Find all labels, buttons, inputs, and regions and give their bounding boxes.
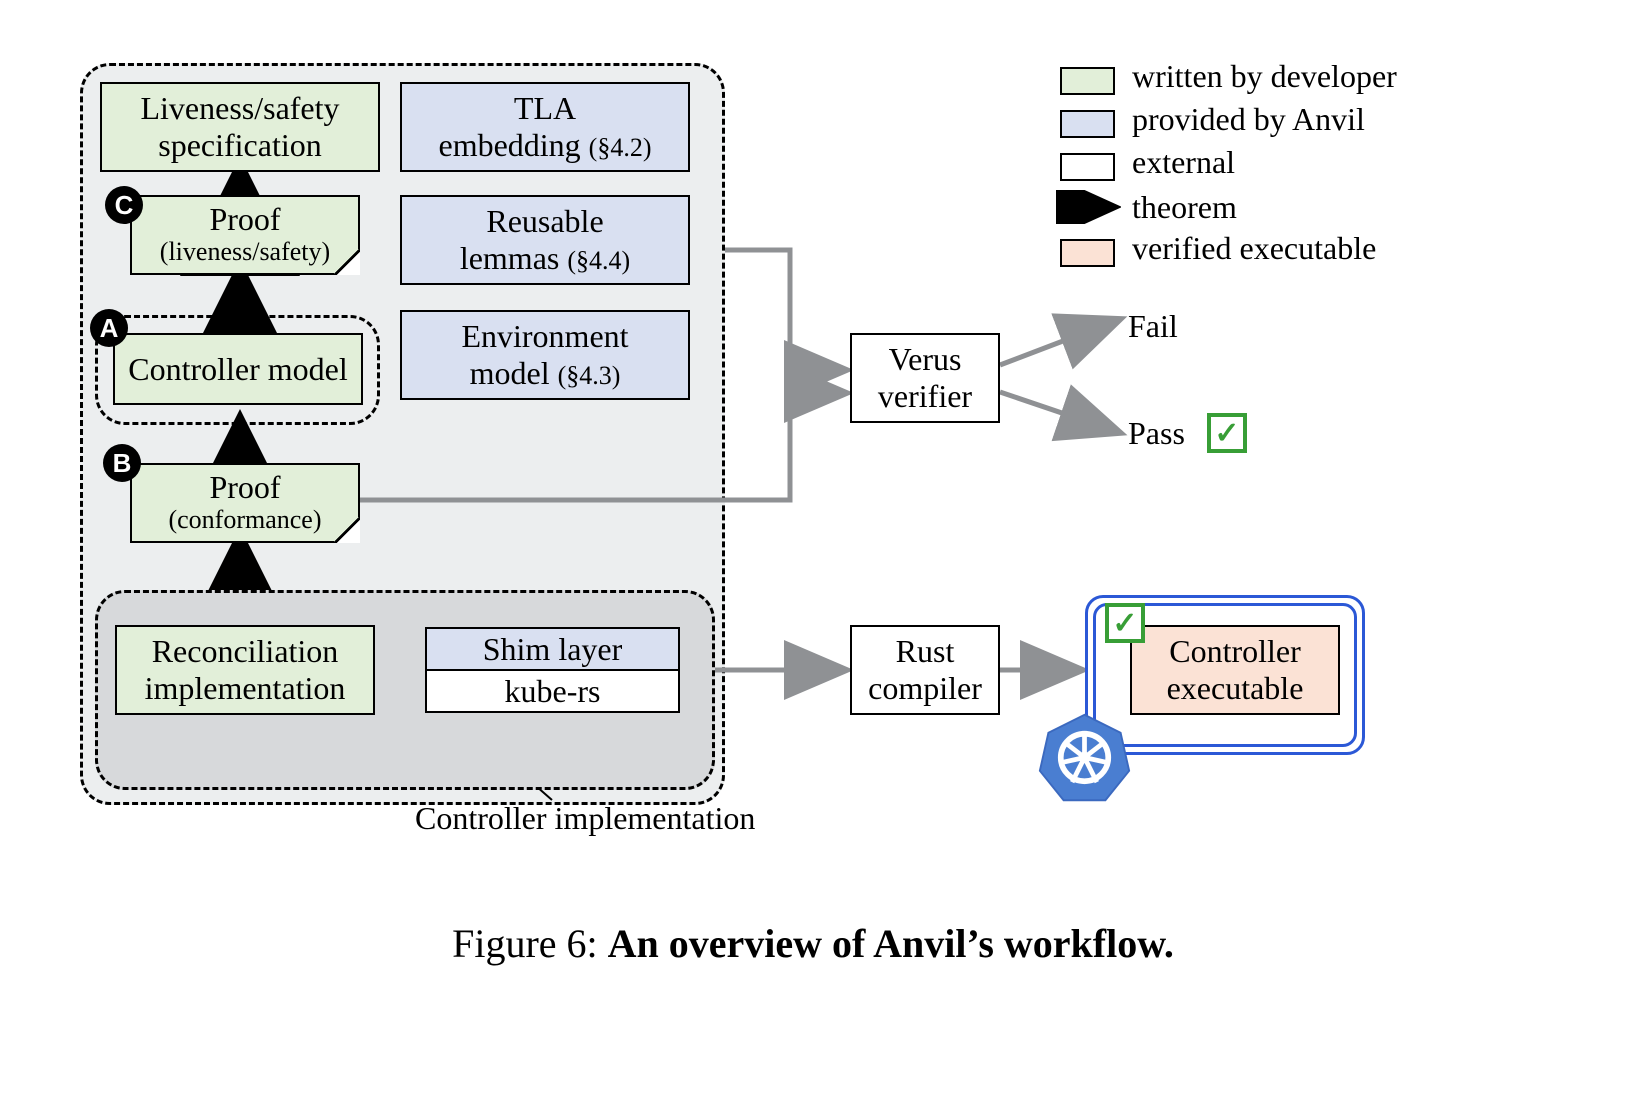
- proof-ls-main: Proof: [132, 201, 358, 238]
- legend-swatch-anvil: [1060, 110, 1115, 138]
- reconcile-l1: Reconciliation: [152, 633, 339, 670]
- proof-liveness-safety: Proof (liveness/safety): [130, 195, 360, 275]
- caption-bold: An overview of Anvil’s workflow.: [608, 921, 1174, 966]
- lemmas-line2: lemmas (§4.4): [460, 240, 630, 277]
- rust-l2: compiler: [868, 670, 982, 707]
- proof-conformance: Proof (conformance): [130, 463, 360, 543]
- lemmas-line1: Reusable: [486, 203, 603, 240]
- pass-checkmark-icon: ✓: [1207, 413, 1247, 453]
- verus-verifier: Verus verifier: [850, 333, 1000, 423]
- rust-compiler: Rust compiler: [850, 625, 1000, 715]
- legend-swatch-verified: [1060, 239, 1115, 267]
- diagram-stage: Liveness/safety specification TLA embedd…: [0, 0, 1626, 1096]
- proof-ls-sub: (liveness/safety): [132, 237, 358, 267]
- liveness-safety-spec: Liveness/safety specification: [100, 82, 380, 172]
- legend-text-developer: written by developer: [1132, 58, 1397, 95]
- rust-l1: Rust: [896, 633, 955, 670]
- legend-text-external: external: [1132, 144, 1235, 181]
- executable-checkmark-icon: ✓: [1105, 603, 1145, 643]
- kube-rs: kube-rs: [425, 669, 680, 713]
- fail-label: Fail: [1128, 308, 1178, 345]
- figure-caption: Figure 6: An overview of Anvil’s workflo…: [0, 920, 1626, 967]
- exec-l2: executable: [1167, 670, 1304, 707]
- kubers-text: kube-rs: [505, 673, 601, 710]
- reconciliation-implementation: Reconciliation implementation: [115, 625, 375, 715]
- liveness-spec-line2: specification: [158, 127, 321, 164]
- proof-conf-sub: (conformance): [132, 505, 358, 535]
- exec-l1: Controller: [1169, 633, 1301, 670]
- legend-swatch-external: [1060, 153, 1115, 181]
- legend-text-theorem: theorem: [1132, 189, 1237, 226]
- controller-executable: Controller executable: [1130, 625, 1340, 715]
- env-line1: Environment: [461, 318, 628, 355]
- proof-conf-main: Proof: [132, 469, 358, 506]
- kubernetes-icon: [1037, 710, 1132, 805]
- tla-line1: TLA: [514, 90, 576, 127]
- pass-label: Pass: [1128, 415, 1185, 452]
- legend-text-anvil: provided by Anvil: [1132, 101, 1365, 138]
- caption-prefix: Figure 6:: [452, 921, 608, 966]
- controller-model-text: Controller model: [128, 351, 348, 388]
- legend-arrow-theorem-icon: [1056, 190, 1121, 224]
- shim-layer: Shim layer: [425, 627, 680, 671]
- shim-text: Shim layer: [483, 631, 623, 668]
- legend-text-verified: verified executable: [1132, 230, 1376, 267]
- badge-a: A: [90, 309, 128, 347]
- badge-c: C: [105, 186, 143, 224]
- tla-line2: embedding (§4.2): [438, 127, 651, 164]
- verus-l1: Verus: [889, 341, 962, 378]
- controller-implementation-label: Controller implementation: [415, 800, 755, 837]
- verus-l2: verifier: [878, 378, 972, 415]
- environment-model: Environment model (§4.3): [400, 310, 690, 400]
- liveness-spec-line1: Liveness/safety: [140, 90, 339, 127]
- reusable-lemmas: Reusable lemmas (§4.4): [400, 195, 690, 285]
- env-line2: model (§4.3): [470, 355, 621, 392]
- controller-model-box: Controller model: [113, 333, 363, 405]
- badge-b: B: [103, 444, 141, 482]
- tla-embedding: TLA embedding (§4.2): [400, 82, 690, 172]
- legend-swatch-developer: [1060, 67, 1115, 95]
- reconcile-l2: implementation: [145, 670, 346, 707]
